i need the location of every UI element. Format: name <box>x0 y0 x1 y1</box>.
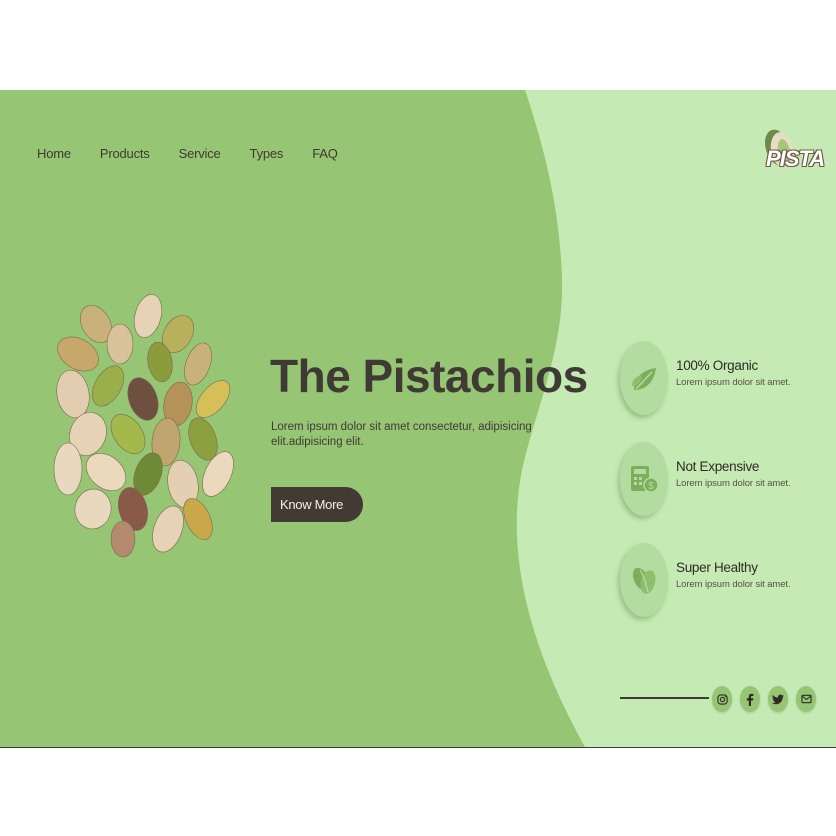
hero-description: Lorem ipsum dolor sit amet consectetur, … <box>271 421 532 448</box>
instagram-icon <box>716 693 728 705</box>
pistachio-nut <box>53 442 83 496</box>
feature-description: Lorem ipsum dolor sit amet. <box>676 478 791 489</box>
main-nav: Home Products Service Types FAQ <box>37 146 338 161</box>
divider-line <box>0 747 836 748</box>
pistachio-pile-image <box>53 294 234 558</box>
facebook-icon <box>746 693 754 706</box>
svg-text:$: $ <box>648 481 654 492</box>
instagram-button[interactable] <box>712 686 732 712</box>
pistachio-nut <box>110 520 136 558</box>
feature-expensive: $ Not Expensive Lorem ipsum dolor sit am… <box>620 442 830 518</box>
email-icon <box>800 694 812 704</box>
pistachio-nut <box>152 505 184 553</box>
leaf-icon <box>632 368 656 390</box>
pistachio-nut <box>133 294 163 338</box>
pistachio-icon <box>632 567 656 594</box>
pistachio-nut <box>106 323 134 365</box>
email-button[interactable] <box>796 686 816 712</box>
page: Home Products Service Types FAQ PISTA Th… <box>0 0 836 836</box>
feature-organic: 100% Organic Lorem ipsum dolor sit amet. <box>620 341 830 417</box>
feature-icon-circle <box>620 341 668 415</box>
nav-item-service[interactable]: Service <box>179 146 221 161</box>
nav-item-types[interactable]: Types <box>250 146 284 161</box>
facebook-button[interactable] <box>740 686 760 712</box>
social-divider <box>620 697 709 699</box>
nav-item-products[interactable]: Products <box>100 146 150 161</box>
feature-description: Lorem ipsum dolor sit amet. <box>676 579 791 590</box>
twitter-icon <box>772 694 784 704</box>
feature-icon-circle <box>620 543 668 617</box>
know-more-button[interactable]: Know More <box>271 487 363 522</box>
nav-item-faq[interactable]: FAQ <box>312 146 338 161</box>
twitter-button[interactable] <box>768 686 788 712</box>
feature-healthy: Super Healthy Lorem ipsum dolor sit amet… <box>620 543 830 619</box>
pistachio-nut <box>74 488 112 530</box>
feature-icon-circle: $ <box>620 442 668 516</box>
feature-title: Not Expensive <box>676 459 760 474</box>
logo-text[interactable]: PISTA <box>766 146 825 172</box>
feature-title: 100% Organic <box>676 358 758 373</box>
nav-item-home[interactable]: Home <box>37 146 71 161</box>
feature-title: Super Healthy <box>676 560 758 575</box>
feature-description: Lorem ipsum dolor sit amet. <box>676 377 791 388</box>
page-title: The Pistachios <box>270 350 588 402</box>
calculator-money-icon: $ <box>631 466 659 493</box>
